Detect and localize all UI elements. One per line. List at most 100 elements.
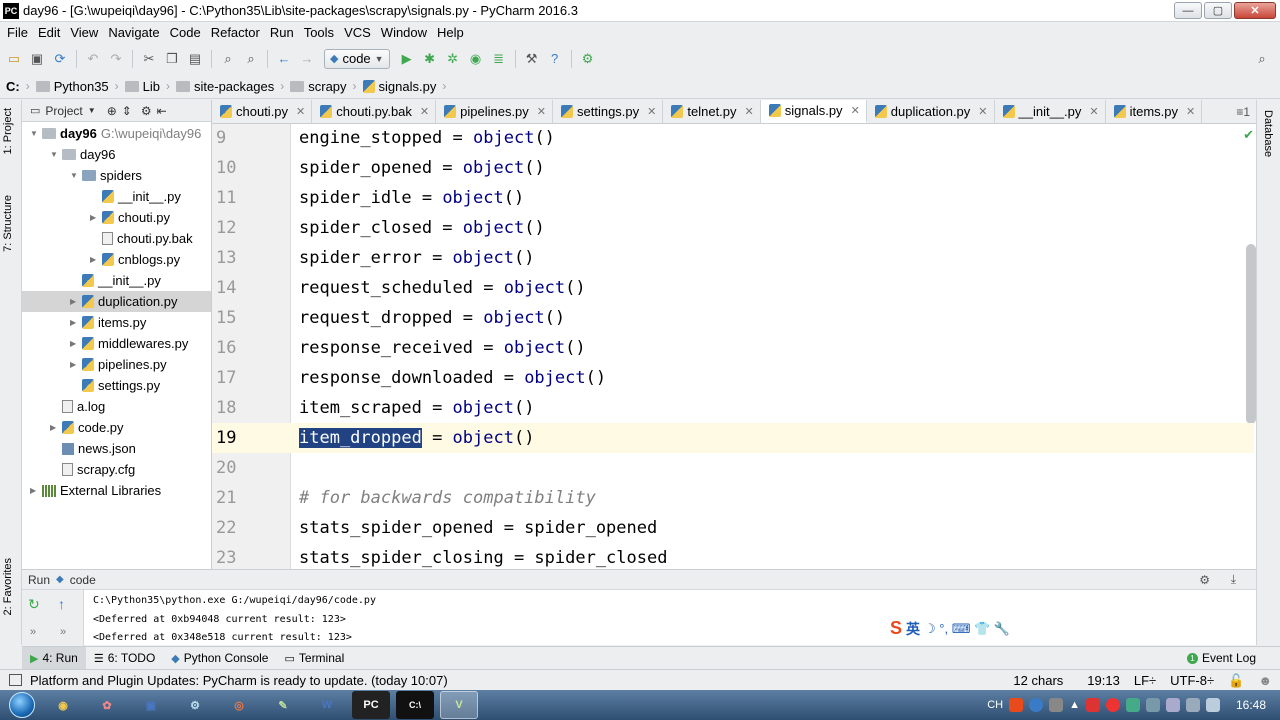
tree-item[interactable]: __init__.py: [22, 270, 211, 291]
tree-item[interactable]: ▼ spiders: [22, 165, 211, 186]
menu-edit[interactable]: Edit: [33, 25, 65, 40]
code-line[interactable]: 13 spider_error = object(): [212, 243, 1254, 273]
file-encoding[interactable]: UTF-8÷: [1170, 673, 1214, 688]
gear-icon[interactable]: ⚙: [1199, 573, 1210, 587]
cut-icon[interactable]: ✂: [139, 49, 159, 69]
gear-icon[interactable]: ⚙: [141, 104, 152, 118]
chevron-down-icon[interactable]: ▼: [70, 171, 80, 180]
tool-tab-structure[interactable]: 7: Structure: [2, 195, 14, 252]
replace-icon[interactable]: ⌕: [241, 49, 261, 69]
expand-right-icon[interactable]: »: [60, 626, 66, 638]
ime-language-label[interactable]: 英: [906, 619, 920, 639]
start-button[interactable]: [0, 690, 44, 720]
tool-tab-project[interactable]: 1: Project: [2, 108, 14, 154]
breadcrumb-scrapy[interactable]: scrapy: [290, 79, 347, 94]
breadcrumb-site-packages[interactable]: site-packages: [176, 79, 274, 94]
editor-tab[interactable]: items.py ✕: [1106, 100, 1203, 123]
close-tab-icon[interactable]: ✕: [745, 105, 754, 118]
tree-item[interactable]: ▶ items.py: [22, 312, 211, 333]
status-message[interactable]: Platform and Plugin Updates: PyCharm is …: [30, 673, 448, 688]
chevron-right-icon[interactable]: ▶: [30, 486, 40, 495]
editor-tab[interactable]: settings.py ✕: [553, 100, 664, 123]
code-line[interactable]: 21 # for backwards compatibility: [212, 483, 1254, 513]
run-configuration-select[interactable]: ◆ code ▼: [324, 48, 390, 69]
python-packages-icon[interactable]: ⚙: [578, 49, 598, 69]
menu-help[interactable]: Help: [432, 25, 469, 40]
undo-icon[interactable]: ↶: [83, 49, 103, 69]
synchronize-icon[interactable]: ⟳: [50, 49, 70, 69]
tab-python-console[interactable]: ◆ Python Console: [163, 647, 276, 669]
chevron-right-icon[interactable]: ▶: [70, 339, 80, 348]
minimize-button[interactable]: —: [1174, 2, 1202, 19]
tool-tab-favorites[interactable]: 2: Favorites: [2, 558, 14, 615]
tree-item[interactable]: settings.py: [22, 375, 211, 396]
close-tab-icon[interactable]: ✕: [537, 105, 546, 118]
lock-icon[interactable]: 🔓: [1228, 673, 1244, 689]
menu-tools[interactable]: Tools: [299, 25, 339, 40]
chevron-right-icon[interactable]: ▶: [70, 318, 80, 327]
run-icon[interactable]: ▶: [397, 49, 417, 69]
settings-wrench-icon[interactable]: ⚒: [522, 49, 542, 69]
maximize-button[interactable]: ▢: [1204, 2, 1232, 19]
menu-view[interactable]: View: [65, 25, 103, 40]
volume-tray-icon[interactable]: [1205, 698, 1220, 712]
tree-item[interactable]: ▼ day96 G:\wupeiqi\day96: [22, 123, 211, 144]
close-tab-icon[interactable]: ✕: [1089, 105, 1098, 118]
locate-file-icon[interactable]: ⊕: [107, 104, 117, 118]
run-panel-config[interactable]: code: [70, 573, 96, 587]
taskbar-vue[interactable]: V: [440, 691, 478, 719]
code-line[interactable]: 20: [212, 453, 1254, 483]
editor-tab[interactable]: signals.py ✕: [760, 100, 867, 123]
editor-tab[interactable]: duplication.py ✕: [867, 100, 995, 123]
sogou-tray-icon[interactable]: [1009, 698, 1024, 712]
tree-item[interactable]: ▶ External Libraries: [22, 480, 211, 501]
breadcrumb-drive[interactable]: C:: [6, 79, 20, 94]
settings-tray-icon[interactable]: [1049, 698, 1064, 712]
chevron-down-icon[interactable]: ▼: [88, 106, 96, 115]
code-line[interactable]: 18 item_scraped = object(): [212, 393, 1254, 423]
tab-run[interactable]: ▶ 4: Run: [22, 647, 86, 669]
paste-icon[interactable]: ▤: [185, 49, 205, 69]
line-separator[interactable]: LF÷: [1134, 673, 1156, 688]
taskbar-word[interactable]: W: [308, 691, 346, 719]
menu-run[interactable]: Run: [265, 25, 299, 40]
project-view-select[interactable]: Project: [45, 104, 82, 118]
code-line[interactable]: 14 request_scheduled = object(): [212, 273, 1254, 303]
taskbar-save[interactable]: ▣: [132, 691, 170, 719]
inspector-icon[interactable]: ☻: [1258, 673, 1272, 688]
chevron-right-icon[interactable]: ▶: [90, 213, 100, 222]
taskbar-clock[interactable]: 16:48: [1236, 698, 1266, 712]
taskbar-tools[interactable]: ⚙: [176, 691, 214, 719]
copy-icon[interactable]: ❐: [162, 49, 182, 69]
input-method-toolbar[interactable]: S 英 ☽ °, ⌨ 👕 🔧: [886, 616, 1015, 641]
breadcrumb-signals[interactable]: signals.py: [362, 79, 436, 94]
close-window-button[interactable]: ✕: [1234, 2, 1276, 19]
taskbar-notepad[interactable]: ✎: [264, 691, 302, 719]
code-line[interactable]: 22 stats_spider_opened = spider_opened: [212, 513, 1254, 543]
collapse-all-icon[interactable]: ⇕: [122, 104, 132, 118]
editor-tab[interactable]: chouti.py ✕: [212, 100, 313, 123]
editor-tab[interactable]: __init__.py ✕: [995, 100, 1106, 123]
taskbar-pycharm[interactable]: PC: [352, 691, 390, 719]
close-tab-icon[interactable]: ✕: [978, 105, 987, 118]
close-tab-icon[interactable]: ✕: [647, 105, 656, 118]
tree-item[interactable]: scrapy.cfg: [22, 459, 211, 480]
chevron-down-icon[interactable]: ▼: [50, 150, 60, 159]
tree-item[interactable]: ▶ duplication.py: [22, 291, 211, 312]
antivirus-tray-icon[interactable]: [1085, 698, 1100, 712]
close-tab-icon[interactable]: ✕: [1186, 105, 1195, 118]
editor-tab[interactable]: chouti.py.bak ✕: [312, 100, 437, 123]
profile-icon[interactable]: ◉: [466, 49, 486, 69]
close-tab-icon[interactable]: ✕: [296, 105, 305, 118]
expand-left-icon[interactable]: »: [30, 626, 36, 638]
chevron-down-icon[interactable]: ▼: [30, 129, 40, 138]
monitor-tray-icon[interactable]: [1145, 698, 1160, 712]
code-line[interactable]: 16 response_received = object(): [212, 333, 1254, 363]
taskbar-cmd[interactable]: C:\: [396, 691, 434, 719]
debug-icon[interactable]: ✱: [420, 49, 440, 69]
menu-vcs[interactable]: VCS: [339, 25, 376, 40]
code-editor[interactable]: ✔ 9 engine_stopped = object() 10 spider_ope…: [212, 124, 1256, 569]
menu-code[interactable]: Code: [165, 25, 206, 40]
tree-item[interactable]: ▶ cnblogs.py: [22, 249, 211, 270]
tree-item[interactable]: ▼ day96: [22, 144, 211, 165]
